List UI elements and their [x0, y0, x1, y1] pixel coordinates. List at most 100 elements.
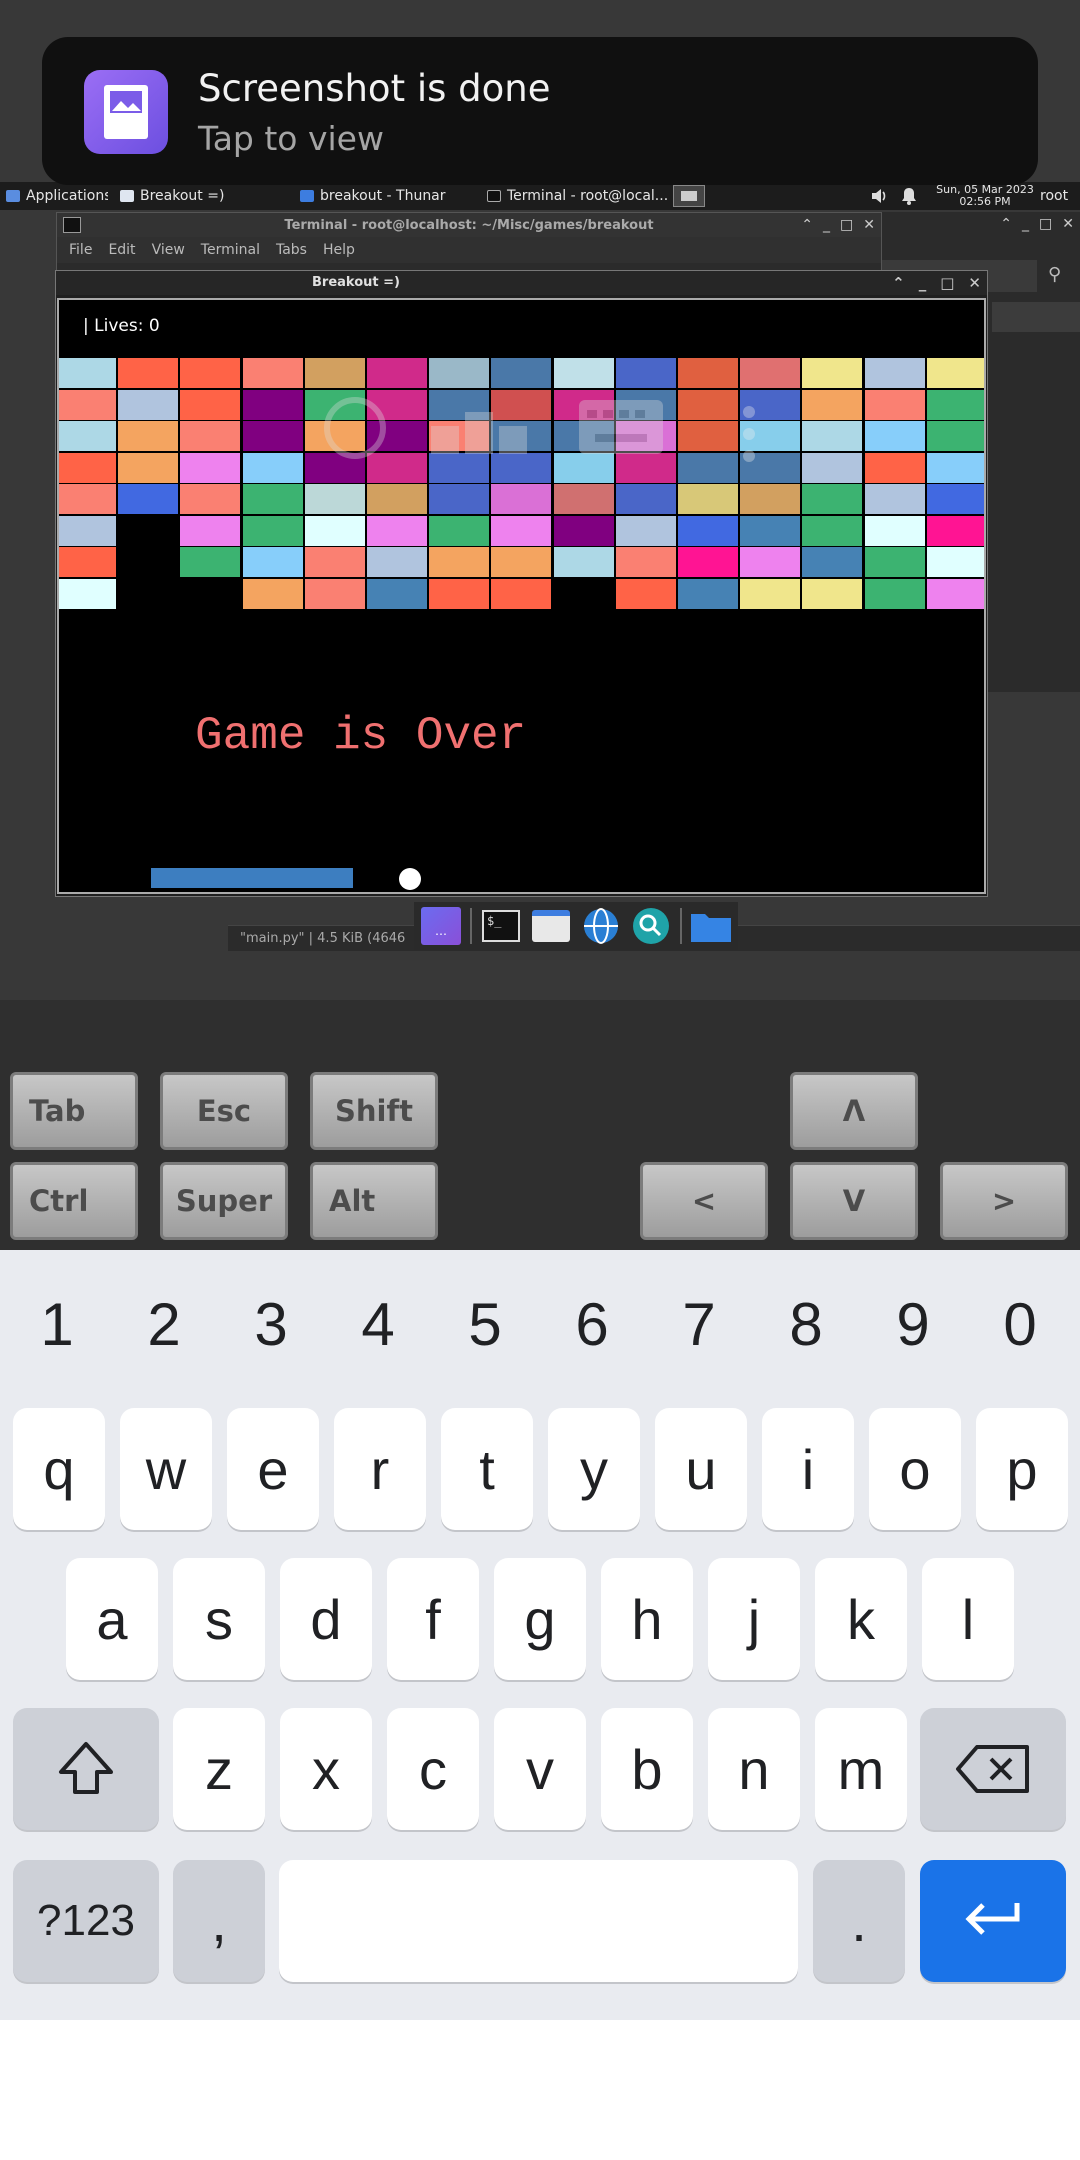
- letter-key[interactable]: g: [494, 1558, 586, 1680]
- shift-key[interactable]: [13, 1708, 159, 1830]
- letter-key[interactable]: w: [120, 1408, 212, 1530]
- letter-key[interactable]: i: [762, 1408, 854, 1530]
- taskbar-item-thunar[interactable]: breakout - Thunar: [294, 184, 479, 208]
- menu-view[interactable]: View: [152, 242, 185, 258]
- close-icon[interactable]: ✕: [1062, 216, 1074, 232]
- letter-key[interactable]: c: [387, 1708, 479, 1830]
- number-key[interactable]: 3: [221, 1290, 321, 1359]
- letter-key[interactable]: e: [227, 1408, 319, 1530]
- enter-key[interactable]: [920, 1860, 1066, 1982]
- number-key[interactable]: 1: [7, 1290, 107, 1359]
- letter-key[interactable]: t: [441, 1408, 533, 1530]
- letter-key[interactable]: r: [334, 1408, 426, 1530]
- down-key[interactable]: V: [790, 1162, 918, 1240]
- letter-key[interactable]: h: [601, 1558, 693, 1680]
- up-key[interactable]: Λ: [790, 1072, 918, 1150]
- volume-icon[interactable]: [869, 186, 889, 206]
- letter-key[interactable]: x: [280, 1708, 372, 1830]
- close-icon[interactable]: ✕: [968, 274, 981, 292]
- screenshot-notification[interactable]: Screenshot is done Tap to view: [42, 37, 1038, 185]
- dock-desktop-button[interactable]: …: [420, 907, 462, 945]
- left-key[interactable]: <: [640, 1162, 768, 1240]
- applications-menu[interactable]: Applications: [0, 184, 108, 208]
- esc-key[interactable]: Esc: [160, 1072, 288, 1150]
- maximize-icon[interactable]: □: [840, 217, 853, 233]
- number-key[interactable]: 6: [542, 1290, 642, 1359]
- shade-icon[interactable]: ⌃: [801, 217, 813, 233]
- user-menu[interactable]: root: [1040, 188, 1080, 204]
- backspace-key[interactable]: [920, 1708, 1066, 1830]
- letter-key[interactable]: d: [280, 1558, 372, 1680]
- maximize-icon[interactable]: □: [940, 274, 954, 292]
- shade-icon[interactable]: ⌃: [892, 274, 905, 292]
- menu-edit[interactable]: Edit: [108, 242, 135, 258]
- minimize-icon[interactable]: _: [919, 274, 927, 292]
- menu-help[interactable]: Help: [323, 242, 355, 258]
- more-overlay-icon[interactable]: [739, 404, 759, 464]
- number-key[interactable]: 9: [863, 1290, 963, 1359]
- dock-search-button[interactable]: [630, 907, 672, 945]
- number-key[interactable]: 7: [649, 1290, 749, 1359]
- letter-key[interactable]: f: [387, 1558, 479, 1680]
- symbols-key[interactable]: ?123: [13, 1860, 159, 1982]
- alt-key[interactable]: Alt: [310, 1162, 438, 1240]
- number-key[interactable]: 8: [756, 1290, 856, 1359]
- dock-file-manager-button[interactable]: [530, 907, 572, 945]
- menu-tabs[interactable]: Tabs: [276, 242, 307, 258]
- taskbar-item-terminal[interactable]: Terminal - root@local...: [481, 184, 671, 208]
- right-key[interactable]: >: [940, 1162, 1068, 1240]
- dock-folder-button[interactable]: [690, 907, 732, 945]
- taskbar-item-breakout[interactable]: Breakout =): [114, 184, 284, 208]
- number-key[interactable]: 4: [328, 1290, 428, 1359]
- minimize-icon[interactable]: _: [823, 217, 830, 233]
- number-key[interactable]: 2: [114, 1290, 214, 1359]
- super-key[interactable]: Super: [160, 1162, 288, 1240]
- search-icon[interactable]: ⚲: [1048, 264, 1070, 286]
- game-canvas[interactable]: | Lives: 0 Game is Over: [57, 298, 986, 894]
- letter-key[interactable]: z: [173, 1708, 265, 1830]
- shift-key[interactable]: Shift: [310, 1072, 438, 1150]
- menu-terminal[interactable]: Terminal: [201, 242, 260, 258]
- minimize-icon[interactable]: _: [1022, 216, 1029, 232]
- notification-bell-icon[interactable]: [899, 186, 919, 206]
- clock-time: 02:56 PM: [959, 195, 1011, 208]
- ctrl-key[interactable]: Ctrl: [10, 1162, 138, 1240]
- letter-key[interactable]: v: [494, 1708, 586, 1830]
- keyboard-overlay-icon[interactable]: [579, 400, 663, 454]
- dock-terminal-button[interactable]: $_: [480, 907, 522, 945]
- tab-key[interactable]: Tab: [10, 1072, 138, 1150]
- maximize-icon[interactable]: □: [1039, 216, 1052, 232]
- letter-key[interactable]: p: [976, 1408, 1068, 1530]
- selected-row[interactable]: [992, 302, 1080, 332]
- breakout-window[interactable]: Breakout =) ⌃ _ □ ✕ | Lives: 0 Game is O…: [55, 270, 988, 897]
- letter-key[interactable]: q: [13, 1408, 105, 1530]
- letter-key[interactable]: y: [548, 1408, 640, 1530]
- brick: [429, 484, 490, 514]
- terminal-titlebar[interactable]: Terminal - root@localhost: ~/Misc/games/…: [57, 213, 881, 237]
- letter-key[interactable]: k: [815, 1558, 907, 1680]
- letter-key[interactable]: b: [601, 1708, 693, 1830]
- menu-file[interactable]: File: [69, 242, 92, 258]
- number-key[interactable]: 5: [435, 1290, 535, 1359]
- letter-key[interactable]: u: [655, 1408, 747, 1530]
- dock-browser-button[interactable]: [580, 907, 622, 945]
- rotate-overlay-icon[interactable]: [317, 390, 393, 466]
- letter-key[interactable]: j: [708, 1558, 800, 1680]
- letter-key[interactable]: l: [922, 1558, 1014, 1680]
- space-bar[interactable]: [279, 1860, 798, 1982]
- letter-key[interactable]: a: [66, 1558, 158, 1680]
- letter-key[interactable]: o: [869, 1408, 961, 1530]
- apps-overlay-icon[interactable]: [431, 400, 531, 460]
- letter-key[interactable]: n: [708, 1708, 800, 1830]
- period-key[interactable]: .: [813, 1860, 905, 1982]
- show-desktop-button[interactable]: [673, 185, 705, 207]
- close-icon[interactable]: ✕: [863, 217, 875, 233]
- letter-key[interactable]: m: [815, 1708, 907, 1830]
- letter-key[interactable]: s: [173, 1558, 265, 1680]
- number-key[interactable]: 0: [970, 1290, 1070, 1359]
- clock[interactable]: Sun, 05 Mar 2023 02:56 PM: [930, 184, 1040, 208]
- brick: [304, 578, 365, 609]
- shade-icon[interactable]: ⌃: [1000, 216, 1012, 232]
- comma-key[interactable]: ,: [173, 1860, 265, 1982]
- breakout-titlebar[interactable]: Breakout =) ⌃ _ □ ✕: [56, 271, 987, 295]
